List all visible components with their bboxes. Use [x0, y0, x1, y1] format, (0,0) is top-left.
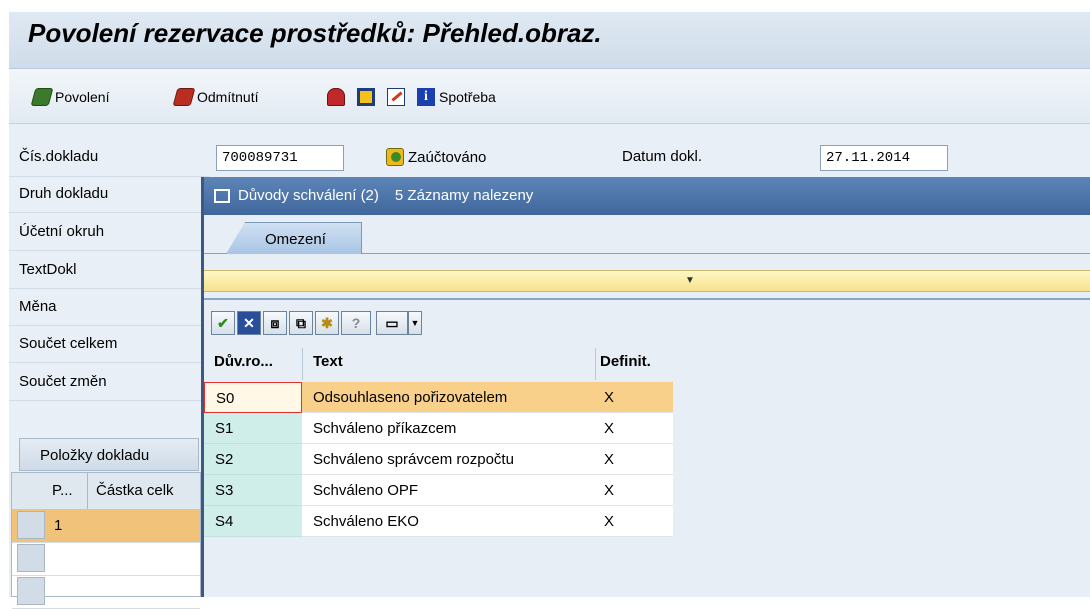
list-cell-key[interactable]: S4	[204, 506, 302, 537]
tab-document-items[interactable]: Položky dokladu	[19, 438, 199, 471]
reject-pen-icon	[172, 88, 196, 106]
close-icon: ✕	[243, 315, 255, 331]
doc-type-label: Druh dokladu	[19, 185, 109, 202]
company-code-label: Účetní okruh	[19, 223, 105, 240]
sort-button[interactable]: ✱	[315, 311, 339, 335]
list-cell-text: Schváleno OPF	[302, 475, 595, 506]
confirm-button[interactable]: ✔	[211, 311, 235, 335]
doc-date-field[interactable]: 27.11.2014	[820, 145, 948, 171]
page-title: Povolení rezervace prostředků: Přehled.o…	[28, 18, 602, 48]
list-cell-key[interactable]: S1	[204, 413, 302, 444]
column-divider	[87, 473, 88, 509]
posted-icon	[386, 148, 404, 166]
edit-icon	[387, 88, 405, 106]
list-cell-text: Schváleno příkazcem	[302, 413, 595, 444]
list-cell-def: X	[595, 475, 673, 506]
dialog-title: Důvody schválení (2)	[238, 187, 379, 204]
list-cell-key[interactable]: S2	[204, 444, 302, 475]
find-button[interactable]: ⧈	[263, 311, 287, 335]
dialog-record-count: 5 Záznamy nalezeny	[394, 187, 534, 204]
total-label: Součet celkem	[19, 335, 118, 352]
consumption-button[interactable]: i Spotřeba	[417, 86, 496, 108]
row-divider	[9, 288, 209, 289]
currency-label: Měna	[19, 298, 57, 315]
expand-triangle-icon[interactable]: ▼	[685, 275, 695, 286]
print-list-button[interactable]: ▭	[376, 311, 408, 335]
list-cell-def: X	[595, 506, 673, 537]
print-menu-dropdown[interactable]: ▼	[408, 311, 422, 335]
column-header-def[interactable]: Definit.	[600, 353, 651, 370]
column-header-key[interactable]: Dův.ro...	[214, 353, 273, 370]
row-selector[interactable]	[17, 577, 45, 605]
column-header-text[interactable]: Text	[313, 353, 343, 370]
application-toolbar: Povolení Odmítnutí i Spotřeba	[9, 69, 1090, 124]
row-pos: 1	[54, 517, 63, 534]
doc-text-label: TextDokl	[19, 261, 77, 278]
reject-label: Odmítnutí	[197, 89, 259, 105]
row-divider	[9, 176, 209, 177]
row-selector[interactable]	[17, 544, 45, 572]
cancel-button[interactable]: ✕	[237, 311, 261, 335]
table-row[interactable]: 1	[12, 509, 200, 543]
row-divider	[9, 212, 209, 213]
items-table: P... Částka celk 1	[11, 472, 201, 609]
list-cell-key[interactable]: S0	[204, 382, 302, 413]
column-header-amount[interactable]: Částka celk	[96, 482, 174, 499]
list-cell-text: Odsouhlaseno pořizovatelem	[302, 382, 595, 413]
row-divider	[9, 325, 209, 326]
list-item[interactable]: S3 Schváleno OPF X	[204, 475, 673, 506]
help-button[interactable]: ?	[341, 311, 371, 335]
find-next-button[interactable]: ⧉	[289, 311, 313, 335]
hat-icon	[327, 88, 345, 106]
row-divider	[9, 362, 209, 363]
consumption-label: Spotřeba	[439, 89, 496, 105]
items-table-header: P... Částka celk	[12, 473, 200, 510]
list-cell-key[interactable]: S3	[204, 475, 302, 506]
row-divider	[9, 250, 209, 251]
list-cell-def: X	[595, 444, 673, 475]
list-cell-text: Schváleno správcem rozpočtu	[302, 444, 595, 475]
checkmark-icon: ✔	[217, 315, 229, 331]
print-button[interactable]	[327, 86, 345, 108]
window-icon	[214, 188, 230, 203]
layout-button[interactable]	[357, 86, 375, 108]
list-cell-def: X	[595, 413, 673, 444]
list-item-selected[interactable]: S0 Odsouhlaseno pořizovatelem X	[204, 382, 673, 413]
total-changes-label: Součet změn	[19, 373, 107, 390]
approve-button[interactable]: Povolení	[30, 86, 110, 108]
row-divider	[9, 400, 209, 401]
chevron-down-icon: ▼	[410, 318, 420, 328]
edit-button[interactable]	[387, 86, 405, 108]
printer-icon: ▭	[385, 315, 399, 331]
row-selector[interactable]	[17, 511, 45, 539]
doc-date-label: Datum dokl.	[622, 148, 703, 165]
binoculars-icon: ⧈	[270, 315, 280, 331]
approve-pen-icon	[30, 88, 54, 106]
list-cell-text: Schváleno EKO	[302, 506, 595, 537]
restrictions-collapse-bar[interactable]	[204, 270, 1090, 292]
list-item[interactable]: S1 Schváleno příkazcem X	[204, 413, 673, 444]
dialog-title-bar[interactable]: Důvody schválení (2) 5 Záznamy nalezeny	[204, 177, 1090, 215]
frame-icon	[357, 88, 375, 106]
sort-icon: ✱	[321, 315, 333, 331]
tab-restrictions[interactable]: Omezení	[226, 222, 362, 254]
status-label: Zaúčtováno	[408, 148, 487, 166]
table-row[interactable]	[12, 542, 200, 576]
binoculars-plus-icon: ⧉	[296, 315, 306, 331]
approve-label: Povolení	[55, 89, 110, 105]
doc-number-field[interactable]: 700089731	[216, 145, 344, 171]
list-cell-def: X	[595, 382, 673, 413]
reject-button[interactable]: Odmítnutí	[172, 86, 259, 108]
column-header-pos[interactable]: P...	[52, 482, 73, 499]
table-row[interactable]	[12, 575, 200, 609]
list-item[interactable]: S4 Schváleno EKO X	[204, 506, 673, 537]
list-item[interactable]: S2 Schváleno správcem rozpočtu X	[204, 444, 673, 475]
column-divider	[595, 348, 596, 380]
status-posted: Zaúčtováno	[386, 146, 486, 168]
info-icon: i	[417, 88, 435, 106]
column-divider	[302, 348, 303, 380]
help-icon: ?	[351, 315, 361, 331]
doc-number-label: Čís.dokladu	[19, 148, 99, 165]
